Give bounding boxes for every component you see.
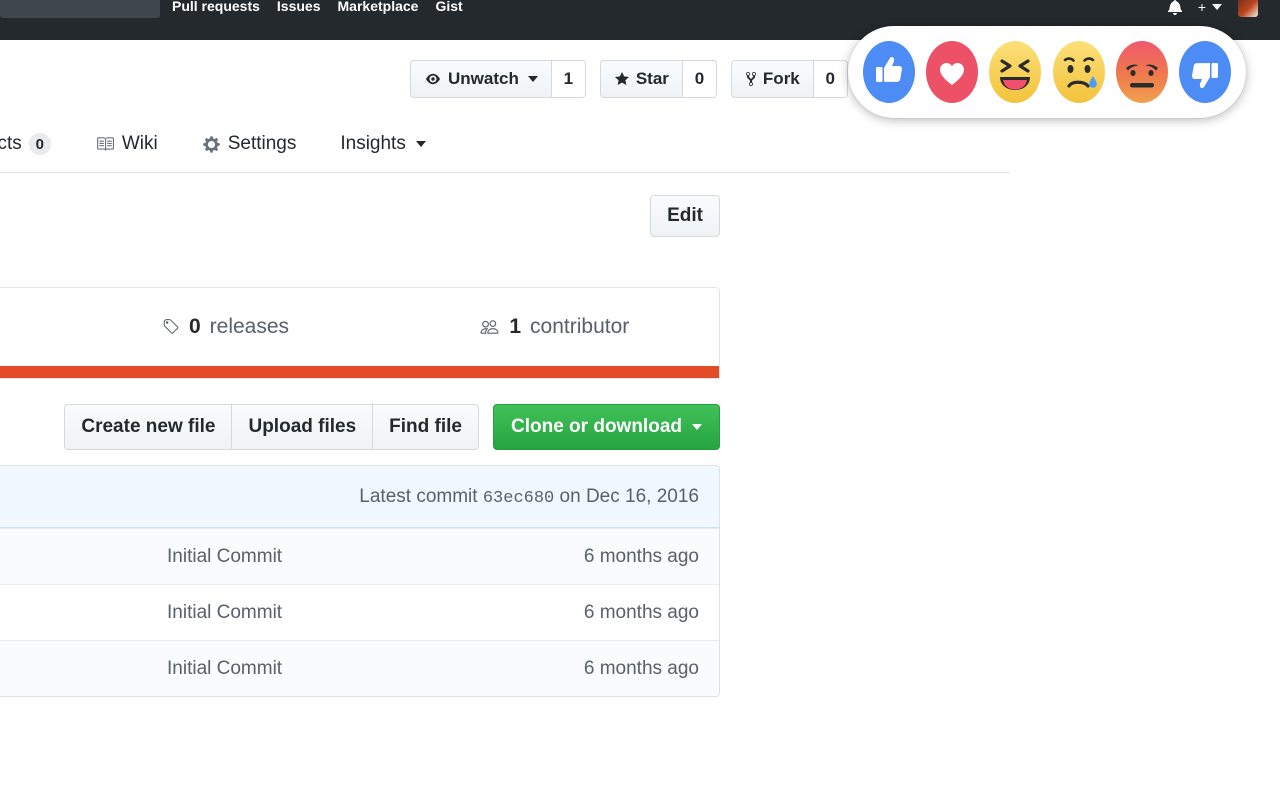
header-nav-gist[interactable]: Gist <box>435 0 462 14</box>
star-button-group: Star 0 <box>599 60 717 98</box>
chevron-down-icon <box>692 424 702 430</box>
reaction-angry-icon[interactable] <box>1115 40 1169 104</box>
latest-commit-prefix: Latest commit <box>359 485 478 507</box>
tag-icon <box>161 318 180 336</box>
repo-content: hub.io Unwatch 1 <box>0 40 1010 697</box>
book-icon <box>95 135 115 153</box>
stat-releases-label: releases <box>209 315 290 338</box>
watch-button-group: Unwatch 1 <box>410 60 586 98</box>
repo-stats-row: 1 branch 0 releases 1 contributor <box>0 288 719 366</box>
latest-commit-info: Latest commit 63ec680 on Dec 16, 2016 <box>359 486 699 508</box>
repo-description-row: provided. Edit <box>0 173 1010 265</box>
tab-projects-count: 0 <box>28 133 51 155</box>
language-bar <box>0 366 719 378</box>
eye-icon <box>424 72 442 86</box>
avatar[interactable] <box>1238 0 1258 17</box>
table-row[interactable]: Initial Commit 6 months ago <box>0 528 719 584</box>
star-count[interactable]: 0 <box>682 60 717 98</box>
stat-contributors-label: contributor <box>530 315 630 338</box>
chevron-down-icon <box>415 141 426 147</box>
clone-or-download-label: Clone or download <box>511 416 682 437</box>
tab-settings-label: Settings <box>227 133 297 154</box>
gear-icon <box>202 135 221 154</box>
table-row[interactable]: Initial Commit 6 months ago <box>0 584 719 640</box>
stat-contributors-count: 1 <box>509 315 522 338</box>
latest-commit-suffix: on Dec 16, 2016 <box>559 485 699 507</box>
tab-wiki-label: Wiki <box>121 133 158 154</box>
fork-button[interactable]: Fork <box>730 60 814 98</box>
reaction-like-icon[interactable] <box>862 40 916 104</box>
stat-releases[interactable]: 0 releases <box>60 315 389 339</box>
fork-count[interactable]: 0 <box>813 60 848 98</box>
tab-projects-label: Projects <box>0 133 22 154</box>
star-icon <box>614 71 630 87</box>
reaction-haha-icon[interactable] <box>988 40 1042 104</box>
create-new-file-button[interactable]: Create new file <box>64 404 232 450</box>
latest-commit-sha[interactable]: 63ec680 <box>483 489 554 508</box>
repo-nav-tabs: ull requests 0 Projects 0 Wiki <box>0 116 1010 173</box>
tab-insights-label: Insights <box>340 133 406 154</box>
file-commit-message[interactable]: Initial Commit <box>151 546 509 568</box>
file-commit-message[interactable]: Initial Commit <box>151 602 509 624</box>
watch-button[interactable]: Unwatch <box>410 60 552 98</box>
file-action-group: Create new file Upload files Find file <box>64 404 479 450</box>
header-right-group: + <box>1167 0 1258 17</box>
plus-icon: + <box>1197 0 1206 15</box>
people-icon <box>479 318 500 336</box>
header-nav: Pull requests Issues Marketplace Gist <box>172 0 463 14</box>
header-nav-marketplace[interactable]: Marketplace <box>338 0 419 14</box>
tab-settings[interactable]: Settings <box>180 116 319 172</box>
find-file-button[interactable]: Find file <box>372 404 479 450</box>
header-nav-pull-requests[interactable]: Pull requests <box>172 0 260 14</box>
watch-count[interactable]: 1 <box>551 60 586 98</box>
reaction-sad-icon[interactable] <box>1052 40 1106 104</box>
file-commit-age: 6 months ago <box>583 657 699 679</box>
stat-branches[interactable]: 1 branch <box>0 315 60 339</box>
reaction-picker <box>848 26 1246 118</box>
file-commit-age: 6 months ago <box>583 601 699 623</box>
tab-projects[interactable]: Projects 0 <box>0 116 73 172</box>
stat-contributors[interactable]: 1 contributor <box>390 315 719 339</box>
chevron-down-icon <box>1212 4 1222 10</box>
star-button-label: Star <box>635 69 669 88</box>
file-commit-message[interactable]: Initial Commit <box>151 658 509 680</box>
language-segment-html <box>0 366 719 378</box>
header-nav-issues[interactable]: Issues <box>277 0 321 14</box>
header-search-input[interactable] <box>0 0 160 18</box>
star-button[interactable]: Star <box>599 60 683 98</box>
repo-stats-card: 1 branch 0 releases 1 contributor <box>0 287 720 379</box>
create-new-menu[interactable]: + <box>1198 0 1222 15</box>
edit-description-button[interactable]: Edit <box>650 195 720 237</box>
clone-or-download-button[interactable]: Clone or download <box>493 404 720 450</box>
bell-icon[interactable] <box>1167 0 1182 15</box>
file-commit-age: 6 months ago <box>583 545 699 567</box>
file-action-buttons: Create new file Upload files Find file C… <box>0 403 720 451</box>
reaction-dislike-icon[interactable] <box>1178 40 1232 104</box>
reaction-love-icon[interactable] <box>925 40 979 104</box>
watch-button-label: Unwatch <box>448 69 519 88</box>
stat-releases-count: 0 <box>188 315 201 338</box>
tab-wiki[interactable]: Wiki <box>73 116 180 172</box>
table-row[interactable]: Initial Commit 6 months ago <box>0 640 719 696</box>
chevron-down-icon <box>527 76 538 82</box>
file-listing-table: Latest commit 63ec680 on Dec 16, 2016 In… <box>0 465 720 697</box>
fork-button-group: Fork 0 <box>730 60 848 98</box>
repo-forked-icon <box>745 71 757 87</box>
upload-files-button[interactable]: Upload files <box>231 404 373 450</box>
fork-button-label: Fork <box>762 69 800 88</box>
tab-insights[interactable]: Insights <box>318 116 447 172</box>
page-root: Pull requests Issues Marketplace Gist + <box>0 0 1280 800</box>
latest-commit-bar: Latest commit 63ec680 on Dec 16, 2016 <box>0 466 719 528</box>
